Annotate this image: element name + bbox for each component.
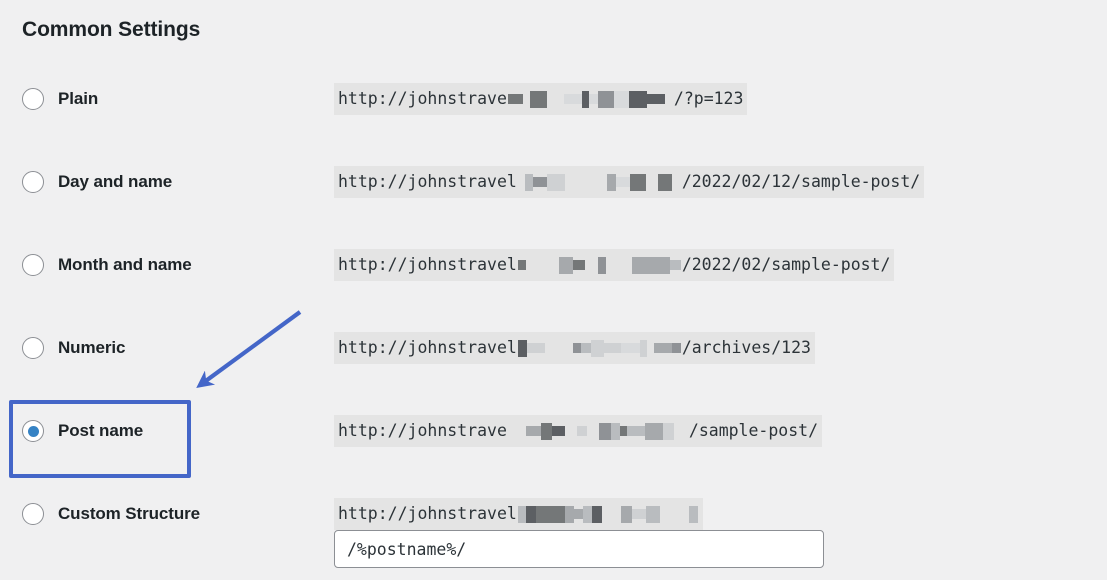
radio-option-custom-structure[interactable]: Custom Structure bbox=[22, 491, 200, 537]
url-code: http://johnstravel /2022/02/sample-post/ bbox=[334, 249, 895, 281]
url-suffix: /2022/02/12/sample-post/ bbox=[681, 172, 921, 191]
url-suffix: /?p=123 bbox=[673, 89, 744, 108]
setting-row: Month and name http://johnstravel /2022/… bbox=[0, 242, 1107, 325]
url-suffix: /sample-post/ bbox=[688, 421, 819, 440]
radio-option-post-name[interactable]: Post name bbox=[22, 408, 143, 454]
redacted-domain bbox=[507, 90, 673, 108]
page-title: Common Settings bbox=[22, 18, 201, 41]
setting-row: Numeric http://johnstravel /archives/123 bbox=[0, 325, 1107, 408]
url-preview-numeric: http://johnstravel /archives/123 bbox=[334, 325, 815, 371]
redacted-domain bbox=[517, 173, 681, 191]
url-prefix: http://johnstravel bbox=[338, 338, 517, 357]
url-suffix: /2022/02/sample-post/ bbox=[681, 255, 891, 274]
url-code: http://johnstravel /archives/123 bbox=[334, 332, 815, 364]
redacted-domain bbox=[517, 339, 681, 357]
radio-option-plain[interactable]: Plain bbox=[22, 76, 98, 122]
radio-unchecked-icon[interactable] bbox=[22, 254, 44, 276]
url-suffix: /archives/123 bbox=[681, 338, 811, 357]
redacted-domain bbox=[517, 256, 681, 274]
radio-unchecked-icon[interactable] bbox=[22, 337, 44, 359]
url-code: http://johnstrave /sample-post/ bbox=[334, 415, 823, 447]
option-label: Numeric bbox=[58, 338, 126, 357]
radio-option-day-and-name[interactable]: Day and name bbox=[22, 159, 172, 205]
setting-row: Plain http://johnstrave /?p=123 bbox=[0, 76, 1107, 159]
radio-unchecked-icon[interactable] bbox=[22, 503, 44, 525]
option-label: Custom Structure bbox=[58, 504, 200, 523]
radio-checked-icon[interactable] bbox=[22, 420, 44, 442]
url-preview-month-and-name: http://johnstravel /2022/02/sample-post/ bbox=[334, 242, 895, 288]
url-code: http://johnstrave /?p=123 bbox=[334, 83, 748, 115]
redacted-domain bbox=[517, 505, 698, 523]
url-code: http://johnstravel /2022/02/12/sample-po… bbox=[334, 166, 925, 198]
option-label: Month and name bbox=[58, 255, 192, 274]
radio-option-numeric[interactable]: Numeric bbox=[22, 325, 125, 371]
radio-option-month-and-name[interactable]: Month and name bbox=[22, 242, 192, 288]
option-label: Plain bbox=[58, 89, 99, 108]
setting-row: Day and name http://johnstravel /2022/02… bbox=[0, 159, 1107, 242]
url-preview-day-and-name: http://johnstravel /2022/02/12/sample-po… bbox=[334, 159, 925, 205]
url-prefix: http://johnstrave bbox=[338, 421, 507, 440]
setting-row: Post name http://johnstrave /sample-post… bbox=[0, 408, 1107, 491]
custom-structure-input[interactable] bbox=[334, 530, 824, 568]
url-preview-plain: http://johnstrave /?p=123 bbox=[334, 76, 748, 122]
redacted-domain bbox=[508, 422, 688, 440]
url-prefix: http://johnstravel bbox=[338, 504, 517, 523]
permalink-settings-list: Plain http://johnstrave /?p=123 Day and … bbox=[0, 76, 1107, 574]
option-label: Day and name bbox=[58, 172, 173, 191]
url-preview-post-name: http://johnstrave /sample-post/ bbox=[334, 408, 823, 454]
url-prefix: http://johnstrave bbox=[338, 89, 507, 108]
url-code: http://johnstravel bbox=[334, 498, 703, 530]
url-prefix: http://johnstravel bbox=[338, 255, 517, 274]
radio-unchecked-icon[interactable] bbox=[22, 88, 44, 110]
radio-unchecked-icon[interactable] bbox=[22, 171, 44, 193]
option-label: Post name bbox=[58, 421, 144, 440]
url-prefix: http://johnstravel bbox=[338, 172, 517, 191]
